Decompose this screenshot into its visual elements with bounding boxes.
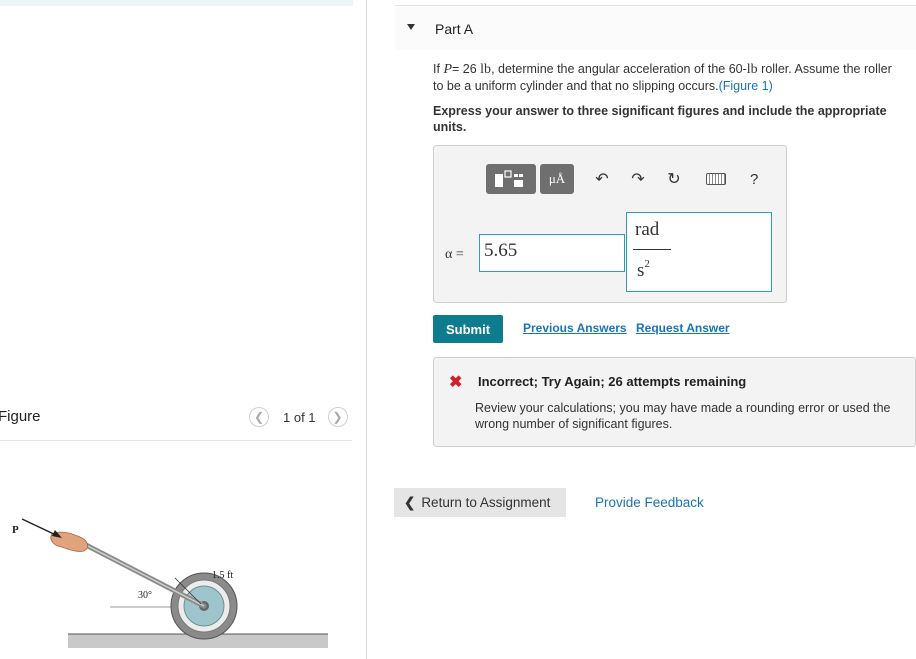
- chevron-right-icon: ❯: [332, 410, 343, 424]
- answer-box: μÅ ↶ ↷ ↻ ? α = 5.65 rad s2: [433, 145, 787, 303]
- part-header[interactable]: Part A: [395, 5, 916, 50]
- figure-link[interactable]: (Figure 1): [719, 79, 773, 93]
- part-title: Part A: [435, 21, 474, 37]
- problem-unit-lb: lb: [480, 62, 492, 77]
- provide-feedback-link[interactable]: Provide Feedback: [595, 495, 704, 510]
- units-button[interactable]: μÅ: [540, 164, 574, 194]
- return-to-assignment-button[interactable]: ❮ Return to Assignment: [394, 488, 566, 517]
- panel-divider: [366, 0, 367, 659]
- problem-lead: If: [433, 62, 440, 76]
- instructions: Express your answer to three significant…: [433, 104, 887, 134]
- units-exponent: 2: [644, 258, 650, 270]
- reset-icon[interactable]: ↻: [666, 169, 682, 189]
- problem-statement: If P= 26 lb, determine the angular accel…: [433, 61, 903, 94]
- undo-icon[interactable]: ↶: [594, 169, 610, 189]
- problem-equals: = 26: [452, 62, 477, 76]
- units-fraction-bar: [633, 249, 671, 250]
- answer-variable-label: α =: [445, 247, 464, 262]
- caret-down-icon[interactable]: [407, 24, 415, 30]
- return-label: Return to Assignment: [421, 495, 551, 510]
- previous-answers-link[interactable]: Previous Answers: [523, 321, 627, 335]
- chevron-left-icon: ❮: [404, 494, 416, 510]
- figure-pager: ❮ 1 of 1 ❯: [249, 407, 348, 427]
- force-arrow: [21, 518, 59, 537]
- error-x-icon: ✖: [449, 374, 463, 391]
- units-numerator: rad: [635, 219, 660, 240]
- angle-label: 30°: [138, 590, 152, 601]
- keyboard-icon[interactable]: [706, 173, 726, 185]
- templates-icon: [495, 170, 523, 187]
- help-button[interactable]: ?: [750, 171, 758, 188]
- chevron-left-icon: ❮: [253, 410, 265, 424]
- feedback-title: Incorrect; Try Again; 26 attempts remain…: [478, 374, 747, 389]
- length-label: 1.5 ft: [212, 570, 233, 581]
- prev-figure-button[interactable]: ❮: [249, 407, 269, 427]
- problem-unit-lb2: lb: [746, 62, 758, 77]
- redo-icon[interactable]: ↷: [630, 169, 646, 189]
- answer-units-input[interactable]: rad s2: [626, 212, 772, 292]
- figure-panel-topbar: [0, 0, 353, 6]
- math-toolbar: μÅ ↶ ↷ ↻ ?: [486, 164, 758, 194]
- answer-value-input[interactable]: 5.65: [479, 234, 625, 272]
- templates-button[interactable]: [486, 164, 536, 194]
- submit-button[interactable]: Submit: [433, 315, 503, 343]
- figure-title: Figure: [0, 408, 41, 425]
- problem-var-p: P: [443, 62, 452, 77]
- pager-text: 1 of 1: [283, 409, 316, 425]
- units-button-label: μÅ: [548, 171, 566, 186]
- next-figure-button[interactable]: ❯: [327, 407, 348, 427]
- request-answer-link[interactable]: Request Answer: [636, 321, 730, 335]
- roller-figure: P 1.5 ft 30°: [12, 518, 328, 648]
- feedback-message: Review your calculations; you may have m…: [475, 401, 891, 431]
- force-label: P: [12, 524, 19, 536]
- feedback-box: ✖ Incorrect; Try Again; 26 attempts rema…: [433, 357, 916, 447]
- figure-header: Figure ❮ 1 of 1 ❯: [0, 400, 352, 441]
- problem-mid: , determine the angular acceleration of …: [491, 62, 747, 76]
- units-denominator: s2: [637, 258, 650, 282]
